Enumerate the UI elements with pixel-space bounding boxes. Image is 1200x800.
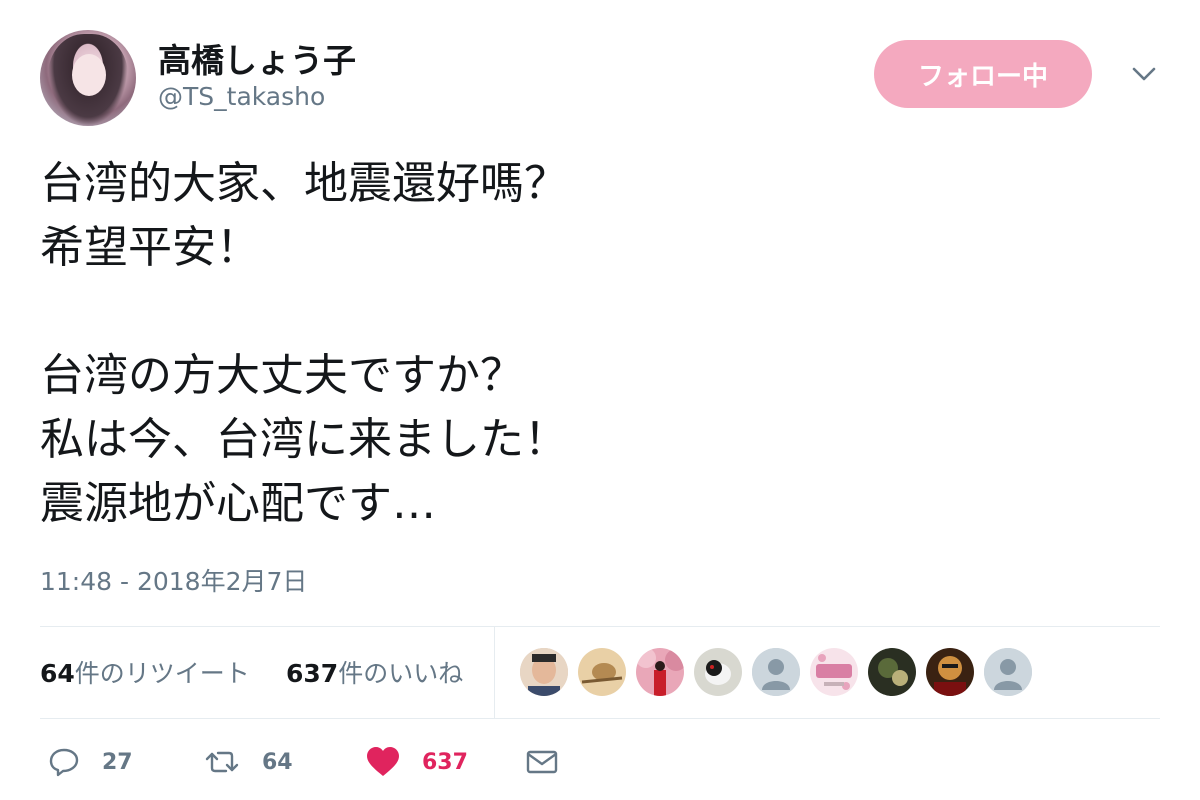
avatar-dark-icon xyxy=(868,648,916,696)
avatar-man-icon xyxy=(520,648,568,696)
retweet-icon xyxy=(205,751,239,773)
retweet-button[interactable]: 64 xyxy=(204,742,293,782)
like-button[interactable]: 637 xyxy=(366,742,468,782)
divider xyxy=(40,718,1160,719)
tweet-text-line: 震源地が心配です… xyxy=(40,478,436,529)
tweet-stats: 64件のリツイート 637件のいいね xyxy=(40,626,1160,718)
chevron-down-icon[interactable] xyxy=(1128,58,1160,90)
avatar-bird-2-icon xyxy=(694,648,742,696)
tweet-timestamp[interactable]: 11:48 - 2018年2月7日 xyxy=(40,562,307,598)
heart-icon xyxy=(367,747,399,776)
tweet-text-line: 希望平安！ xyxy=(40,222,260,273)
envelope-icon xyxy=(526,750,558,774)
tweet-actions: 27 64 637 xyxy=(40,734,1160,790)
avatar-red-figure-icon xyxy=(636,648,684,696)
like-stat-count: 637 xyxy=(286,659,339,688)
avatar-costume-icon xyxy=(926,648,974,696)
retweet-stat[interactable]: 64件のリツイート xyxy=(40,654,250,690)
like-stat-label: 件のいいね xyxy=(338,659,464,688)
reply-count: 27 xyxy=(102,749,133,775)
stats-separator xyxy=(494,626,495,718)
liker-avatar[interactable] xyxy=(926,648,974,696)
liker-avatar[interactable] xyxy=(810,648,858,696)
tweet-text-line: 台湾の方大丈夫ですか？ xyxy=(40,350,524,401)
retweet-stat-count: 64 xyxy=(40,659,75,688)
avatar-bird-icon xyxy=(578,648,626,696)
like-count: 637 xyxy=(422,749,468,775)
liker-avatar[interactable] xyxy=(694,648,742,696)
retweet-stat-label: 件のリツイート xyxy=(74,659,250,688)
liker-avatar[interactable] xyxy=(520,648,568,696)
default-avatar-icon xyxy=(752,648,800,696)
following-button[interactable]: フォロー中 xyxy=(874,40,1092,108)
reply-icon xyxy=(49,748,79,777)
avatar-face xyxy=(72,54,106,96)
direct-message-button[interactable] xyxy=(526,742,558,782)
user-handle[interactable]: @TS_takasho xyxy=(158,82,325,111)
liker-avatar[interactable] xyxy=(578,648,626,696)
tweet-card: 高橋しょう子 @TS_takasho フォロー中 台湾的大家、地震還好嗎？ 希望… xyxy=(0,0,1200,800)
like-stat[interactable]: 637件のいいね xyxy=(286,654,463,690)
liker-avatar[interactable] xyxy=(984,648,1032,696)
tweet-text-line: 私は今、台湾に来ました！ xyxy=(40,414,568,465)
retweet-count: 64 xyxy=(262,749,293,775)
liker-avatar[interactable] xyxy=(868,648,916,696)
reply-button[interactable]: 27 xyxy=(48,742,133,782)
liker-avatar[interactable] xyxy=(636,648,684,696)
user-avatar[interactable] xyxy=(40,30,136,126)
tweet-text: 台湾的大家、地震還好嗎？ 希望平安！ 台湾の方大丈夫ですか？ 私は今、台湾に来ま… xyxy=(40,152,1140,536)
default-avatar-icon xyxy=(984,648,1032,696)
avatar-hearts-icon xyxy=(810,648,858,696)
tweet-text-line: 台湾的大家、地震還好嗎？ xyxy=(40,158,568,209)
display-name[interactable]: 高橋しょう子 xyxy=(158,34,356,82)
liker-avatar[interactable] xyxy=(752,648,800,696)
